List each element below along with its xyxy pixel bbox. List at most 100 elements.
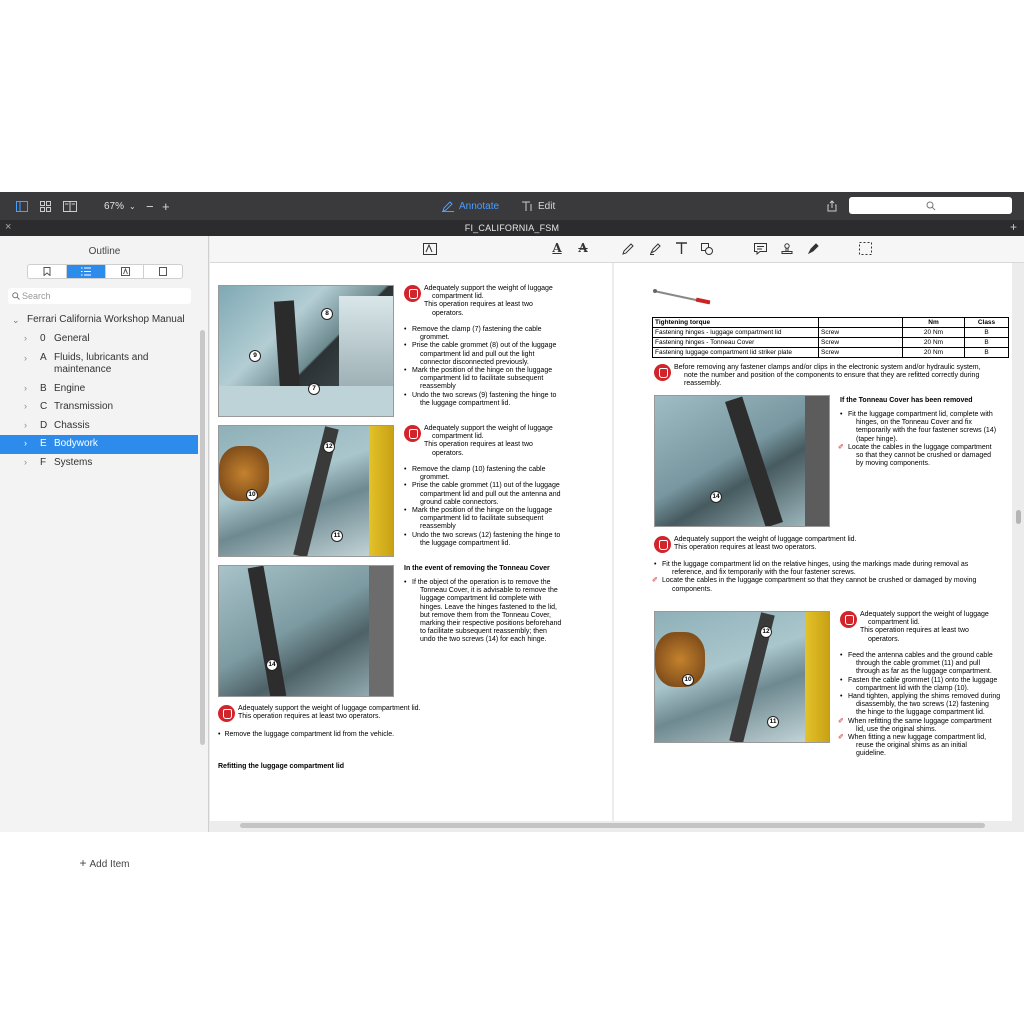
chevron-right-icon[interactable]: › bbox=[24, 454, 27, 471]
chevron-right-icon[interactable]: › bbox=[24, 398, 27, 415]
outline-item-bodywork[interactable]: › E Bodywork bbox=[0, 435, 198, 454]
outline-search-input[interactable]: Search bbox=[8, 288, 191, 304]
text-edit-icon bbox=[522, 201, 532, 211]
callout-11: 11 bbox=[331, 530, 343, 542]
pen-note-icon: ✐ bbox=[838, 717, 844, 725]
document-tab-bar: × FI_CALIFORNIA_FSM + bbox=[0, 220, 1024, 236]
pen-note-icon: ✐ bbox=[838, 443, 844, 451]
text-tool-icon[interactable] bbox=[675, 242, 688, 255]
selection-icon[interactable] bbox=[859, 242, 872, 255]
shapes-icon[interactable] bbox=[701, 243, 713, 255]
page-layout-button[interactable] bbox=[63, 199, 77, 213]
outline-item-label: Bodywork bbox=[54, 438, 98, 449]
share-button[interactable] bbox=[827, 199, 837, 213]
outline-item-systems[interactable]: › F Systems bbox=[0, 454, 198, 473]
chevron-right-icon[interactable]: › bbox=[24, 352, 27, 364]
stamp-icon[interactable] bbox=[781, 243, 793, 255]
callout-14: 14 bbox=[710, 491, 722, 503]
stop-warning-icon bbox=[404, 425, 421, 442]
figure-photo-hinge-1 bbox=[218, 285, 394, 417]
zoom-select[interactable]: 67% ⌄ bbox=[104, 199, 136, 213]
stop-warning-icon bbox=[840, 611, 857, 628]
vertical-scrollbar[interactable] bbox=[1016, 510, 1021, 524]
highlighter-icon[interactable] bbox=[649, 243, 661, 255]
outline-item-code: A bbox=[40, 351, 47, 363]
document-title: FI_CALIFORNIA_FSM bbox=[464, 223, 560, 233]
outline-item-code: F bbox=[40, 456, 47, 468]
outline-root-item[interactable]: ⌄ Ferrari California Workshop Manual bbox=[0, 312, 198, 330]
outline-item-transmission[interactable]: › C Transmission bbox=[0, 398, 198, 417]
section-heading: If the Tonneau Cover has been removed bbox=[840, 397, 973, 404]
zoom-in-button[interactable]: + bbox=[162, 199, 170, 214]
stop-warning-icon bbox=[654, 536, 671, 553]
callout-11: 11 bbox=[767, 716, 779, 728]
warning-text: Before removing any fastener clamps and/… bbox=[674, 364, 981, 388]
zoom-out-button[interactable]: − bbox=[146, 199, 154, 214]
outline-item-code: C bbox=[40, 401, 48, 412]
table-header: Nm bbox=[902, 317, 965, 328]
edit-button[interactable]: Edit bbox=[521, 199, 555, 213]
new-tab-icon[interactable]: + bbox=[1010, 220, 1017, 234]
thumbnails-button[interactable] bbox=[40, 199, 51, 213]
chevron-right-icon[interactable]: › bbox=[24, 380, 27, 397]
document-viewport[interactable]: 8 9 7 Adequately support the weight of l… bbox=[210, 263, 1024, 832]
zoom-value: 67% bbox=[104, 200, 125, 212]
table-header: Class bbox=[964, 317, 1009, 328]
search-placeholder: Search bbox=[22, 291, 51, 301]
underline-icon[interactable]: A bbox=[550, 241, 564, 255]
add-item-button[interactable]: + Add Item bbox=[0, 856, 209, 870]
tab-bookmarks[interactable] bbox=[28, 265, 67, 278]
warning-text: Adequately support the weight of luggage… bbox=[424, 285, 553, 317]
outline-item-chassis[interactable]: › D Chassis bbox=[0, 417, 198, 436]
outline-item-fluids[interactable]: › A Fluids, lubricants and maintenance bbox=[0, 349, 198, 380]
instruction-list: • Remove the clamp (10) fastening the cab… bbox=[404, 466, 561, 547]
outline-item-label: Engine bbox=[54, 382, 86, 394]
outline-item-label: Systems bbox=[54, 456, 93, 468]
pen-note-icon: ✐ bbox=[838, 734, 844, 742]
pen-icon bbox=[442, 200, 454, 212]
tab-pages[interactable] bbox=[144, 265, 182, 278]
chevron-right-icon[interactable]: › bbox=[24, 330, 27, 347]
strikethrough-icon[interactable]: A bbox=[576, 241, 590, 255]
outline-item-engine[interactable]: › B Engine bbox=[0, 380, 198, 399]
outline-item-label: Chassis bbox=[54, 419, 90, 431]
sidebar-scrollbar[interactable] bbox=[200, 330, 205, 830]
search-field[interactable] bbox=[849, 197, 1012, 214]
warning-text: Adequately support the weight of luggage… bbox=[674, 536, 857, 552]
sidebar-title: Outline bbox=[88, 246, 121, 257]
tab-annotations[interactable] bbox=[106, 265, 145, 278]
annotation-toolbar: A A bbox=[210, 236, 1024, 263]
scrollbar-thumb[interactable] bbox=[200, 330, 205, 745]
search-icon bbox=[926, 201, 936, 211]
callout-12: 12 bbox=[760, 626, 772, 638]
pen-note-icon: ✐ bbox=[652, 577, 658, 585]
bookmark-icon bbox=[43, 267, 51, 276]
callout-8: 8 bbox=[321, 308, 333, 320]
text-style-icon[interactable] bbox=[423, 243, 437, 255]
pencil-icon[interactable] bbox=[622, 243, 634, 255]
signature-icon[interactable] bbox=[807, 243, 819, 255]
torque-wrench-icon bbox=[653, 289, 711, 305]
chevron-down-icon[interactable]: ⌄ bbox=[12, 314, 20, 326]
search-icon bbox=[12, 292, 20, 300]
chevron-right-icon[interactable]: › bbox=[24, 435, 27, 452]
stop-warning-icon bbox=[218, 705, 235, 722]
callout-10: 10 bbox=[682, 674, 694, 686]
callout-7: 7 bbox=[308, 383, 320, 395]
horizontal-scrollbar[interactable] bbox=[240, 823, 985, 828]
figure-photo-hinge-3 bbox=[218, 565, 394, 697]
tab-outline[interactable] bbox=[66, 265, 106, 278]
stop-warning-icon bbox=[404, 285, 421, 302]
note-icon[interactable] bbox=[754, 243, 767, 255]
chevron-right-icon[interactable]: › bbox=[24, 417, 27, 434]
instruction-list: • Fit the luggage compartment lid, compl… bbox=[838, 411, 997, 468]
figure-photo-hinge-4 bbox=[654, 395, 830, 527]
sidebar-toggle-button[interactable] bbox=[16, 199, 28, 213]
instruction-list: • If the object of the operation is to r… bbox=[404, 579, 562, 644]
warning-text: Adequately support the weight of luggage… bbox=[860, 611, 989, 643]
annotate-button[interactable]: Annotate bbox=[442, 199, 499, 213]
instruction-list: • Remove the clamp (7) fastening the cabl… bbox=[404, 326, 557, 407]
add-item-label: Add Item bbox=[89, 859, 130, 870]
instruction-item: • Remove the luggage compartment lid from… bbox=[218, 731, 395, 738]
outline-item-general[interactable]: › 0 General bbox=[0, 330, 198, 349]
